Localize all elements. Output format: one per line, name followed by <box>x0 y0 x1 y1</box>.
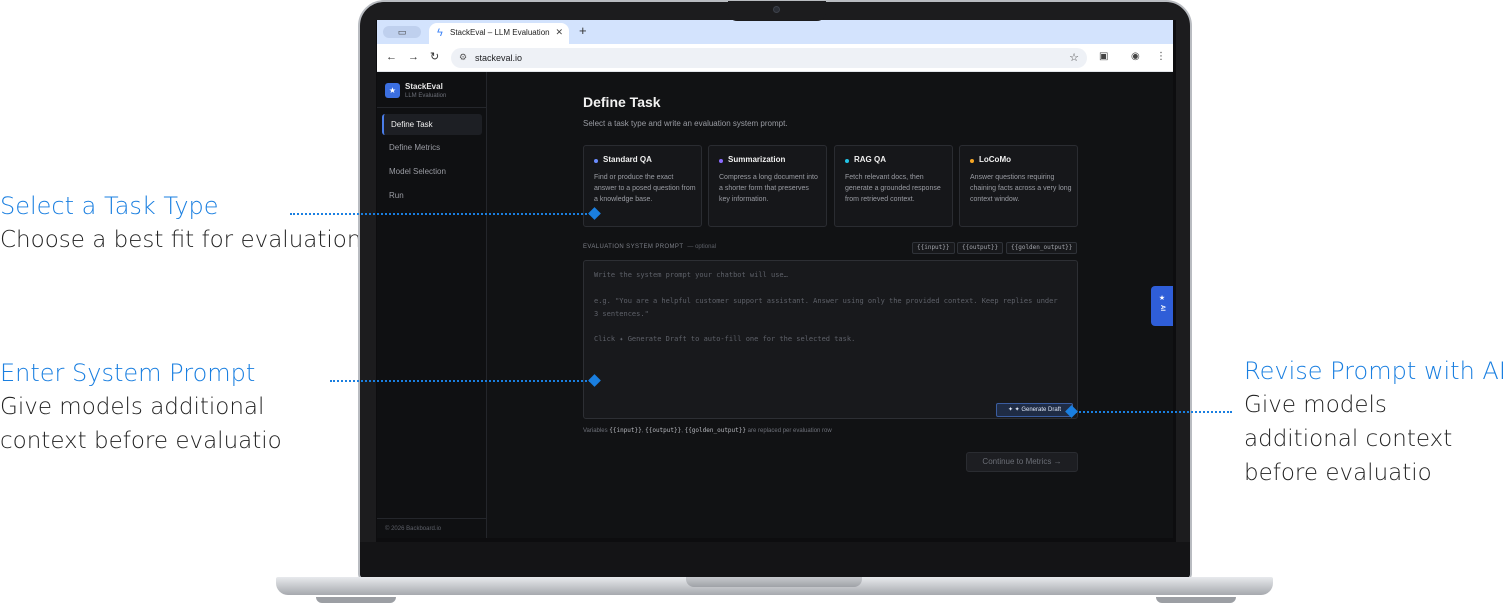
app-root: ★ StackEval LLM Evaluation Define Task D… <box>377 72 1173 538</box>
annotation-desc: Choose a best fit for evaluation <box>0 227 362 253</box>
variable-chip-output[interactable]: {{output}} <box>957 242 1004 254</box>
tab-strip: ▭ ϟ StackEval – LLM Evaluation T ✕ + <box>377 20 1173 44</box>
marketing-stage: Select a Task Type Choose a best fit for… <box>0 0 1507 605</box>
laptop-chin <box>360 542 1190 578</box>
dot-icon <box>845 159 849 163</box>
sidebar: ★ StackEval LLM Evaluation Define Task D… <box>377 72 487 538</box>
generate-draft-button[interactable]: ✦ ✦ Generate Draft <box>996 403 1073 417</box>
new-tab-icon[interactable]: + <box>579 24 587 38</box>
divider <box>377 107 487 108</box>
vars-suffix: are replaced per evaluation row <box>747 428 832 434</box>
card-title: Standard QA <box>603 155 652 164</box>
cast-icon[interactable]: ▣ <box>1099 51 1108 63</box>
omnibox[interactable]: ⚙ stackeval.io ☆ <box>451 48 1087 68</box>
system-prompt-textarea[interactable]: Write the system prompt your chatbot wil… <box>583 260 1078 419</box>
laptop-foot <box>316 597 396 603</box>
base-notch <box>686 577 862 587</box>
sidebar-footer: © 2026 Backboard.io <box>377 518 487 538</box>
browser-window: ▭ ϟ StackEval – LLM Evaluation T ✕ + ← →… <box>377 20 1173 538</box>
address-bar: ← → ↻ ⚙ stackeval.io ☆ ▣ ◉ ⋮ <box>377 44 1173 72</box>
forward-icon[interactable]: → <box>408 51 419 63</box>
brand-name: StackEval <box>405 82 443 91</box>
tab-search-icon[interactable]: ▭ <box>383 26 421 38</box>
card-title: Summarization <box>728 155 786 164</box>
vars-prefix: Variables <box>583 428 608 434</box>
connector-line <box>330 380 594 382</box>
tab-title: StackEval – LLM Evaluation T <box>450 28 550 37</box>
laptop-foot <box>1156 597 1236 603</box>
ai-tab-label: AI <box>1159 305 1165 311</box>
bolt-icon: ϟ <box>437 27 443 39</box>
page-title: Define Task <box>583 94 661 110</box>
card-desc: Compress a long document into a shorter … <box>719 174 818 203</box>
card-title: RAG QA <box>854 155 886 164</box>
brand-subtitle: LLM Evaluation <box>405 93 447 99</box>
placeholder-example: e.g. "You are a helpful customer support… <box>594 297 1058 318</box>
task-card-locomo[interactable]: LoCoMo Answer questions requiring chaini… <box>959 145 1078 227</box>
logo-star-icon: ★ <box>385 83 400 98</box>
placeholder-line: Write the system prompt your chatbot wil… <box>594 271 788 279</box>
url-text[interactable]: stackeval.io <box>475 53 522 63</box>
variables-note: Variables {{input}}, {{output}}, {{golde… <box>583 427 832 434</box>
reload-icon[interactable]: ↻ <box>430 51 439 63</box>
sidebar-item-define-metrics[interactable]: Define Metrics <box>382 137 482 158</box>
back-icon[interactable]: ← <box>386 51 397 63</box>
var-input: {{input}} <box>609 427 642 434</box>
task-card-summarization[interactable]: Summarization Compress a long document i… <box>708 145 827 227</box>
ai-assistant-tab[interactable]: ★ AI <box>1151 286 1173 326</box>
site-info-icon[interactable]: ⚙ <box>459 52 467 63</box>
continue-to-metrics-button[interactable]: Continue to Metrics → <box>966 452 1078 472</box>
main-content: Define Task Select a task type and write… <box>487 72 1173 538</box>
page-subtitle: Select a task type and write an evaluati… <box>583 119 788 128</box>
laptop-base <box>276 577 1273 595</box>
annotation-title: Enter System Prompt <box>0 359 256 387</box>
var-output: {{output}} <box>645 427 682 434</box>
card-desc: Answer questions requiring chaining fact… <box>970 174 1072 203</box>
var-golden-output: {{golden_output}} <box>684 427 746 434</box>
dot-icon <box>970 159 974 163</box>
bookmark-star-icon[interactable]: ☆ <box>1069 51 1079 64</box>
sidebar-item-model-selection[interactable]: Model Selection <box>382 161 482 182</box>
optional-tag: — optional <box>687 244 717 250</box>
menu-kebab-icon[interactable]: ⋮ <box>1156 51 1166 63</box>
sidebar-item-define-task[interactable]: Define Task <box>382 114 482 135</box>
annotation-revise-ai: Revise Prompt with AI Give models additi… <box>1244 354 1506 490</box>
annotation-desc: Give models additional context before ev… <box>1244 392 1453 486</box>
task-card-rag-qa[interactable]: RAG QA Fetch relevant docs, then generat… <box>834 145 953 227</box>
annotation-title: Select a Task Type <box>0 192 219 220</box>
profile-icon[interactable]: ◉ <box>1131 51 1140 63</box>
card-title: LoCoMo <box>979 155 1011 164</box>
sidebar-item-run[interactable]: Run <box>382 185 482 206</box>
close-icon[interactable]: ✕ <box>555 27 563 38</box>
camera-notch <box>728 1 826 21</box>
prompt-label-text: EVALUATION SYSTEM PROMPT <box>583 244 684 250</box>
placeholder-hint: Click ✦ Generate Draft to auto-fill one … <box>594 335 856 343</box>
dot-icon <box>719 159 723 163</box>
variable-chip-golden-output[interactable]: {{golden_output}} <box>1006 242 1078 254</box>
prompt-label: EVALUATION SYSTEM PROMPT — optional <box>583 244 716 250</box>
card-desc: Fetch relevant docs, then generate a gro… <box>845 174 941 203</box>
annotation-system-prompt: Enter System Prompt Give models addition… <box>0 356 350 458</box>
card-desc: Find or produce the exact answer to a po… <box>594 174 696 203</box>
dot-icon <box>594 159 598 163</box>
annotation-desc: Give models additional context before ev… <box>0 394 282 454</box>
variable-chip-input[interactable]: {{input}} <box>912 242 955 254</box>
connector-line <box>290 213 594 215</box>
annotation-title: Revise Prompt with AI <box>1244 357 1506 385</box>
connector-line <box>1072 411 1232 413</box>
annotation-task-type: Select a Task Type Choose a best fit for… <box>0 189 361 257</box>
browser-tab[interactable]: ϟ StackEval – LLM Evaluation T ✕ <box>429 23 569 44</box>
camera-icon <box>773 6 780 13</box>
task-card-standard-qa[interactable]: Standard QA Find or produce the exact an… <box>583 145 702 227</box>
